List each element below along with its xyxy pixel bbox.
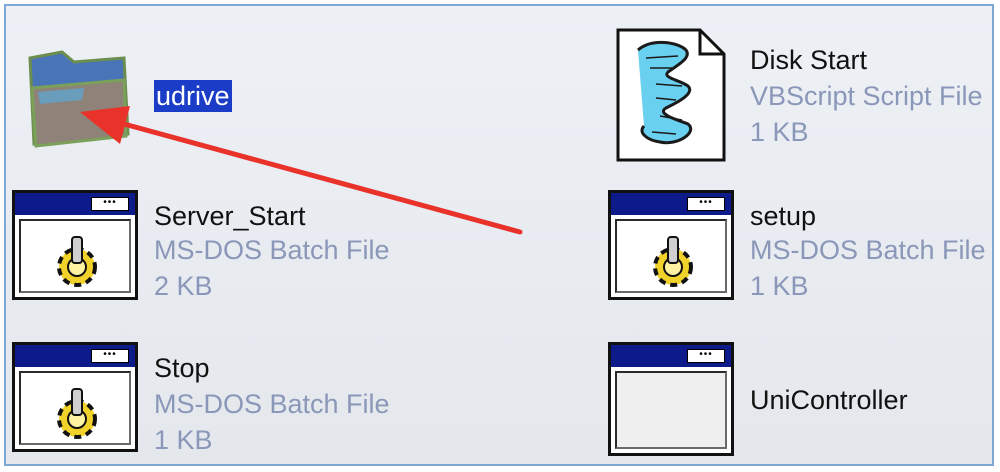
annotation-arrow	[80, 106, 523, 235]
file-list-pane: udrive Disk Start VBScript Script File 1…	[4, 4, 994, 466]
